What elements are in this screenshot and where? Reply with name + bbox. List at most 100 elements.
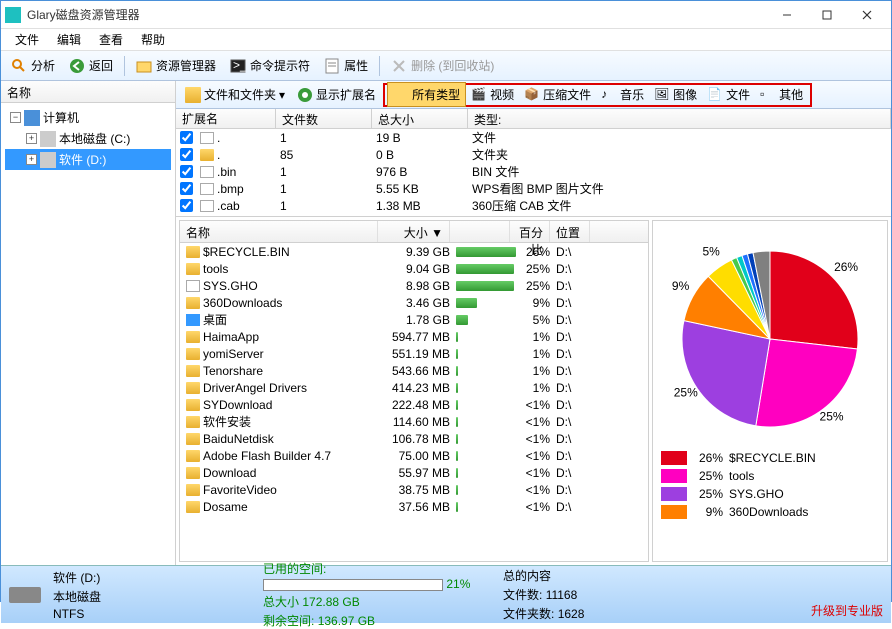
file-row[interactable]: FavoriteVideo38.75 MB<1%D:\ <box>180 481 648 498</box>
tree-expander[interactable]: − <box>10 112 21 123</box>
ext-row[interactable]: .119 B文件 <box>176 129 891 146</box>
left-panel: 名称 −计算机+本地磁盘 (C:)+软件 (D:) <box>1 81 176 565</box>
menu-edit[interactable]: 编辑 <box>49 29 89 50</box>
menu-help[interactable]: 帮助 <box>133 29 173 50</box>
bmp-icon <box>200 183 214 195</box>
file-row[interactable]: SYDownload222.48 MB<1%D:\ <box>180 396 648 413</box>
file-row[interactable]: $RECYCLE.BIN9.39 GB26%D:\ <box>180 243 648 260</box>
folder-icon <box>186 297 200 309</box>
col-pct[interactable]: 百分比 <box>510 221 550 242</box>
ext-checkbox[interactable] <box>180 165 193 178</box>
ext-row[interactable]: .bmp15.55 KBWPS看图 BMP 图片文件 <box>176 180 891 197</box>
ext-checkbox[interactable] <box>180 148 193 161</box>
svg-text:26%: 26% <box>834 260 858 274</box>
col-ext[interactable]: 扩展名 <box>176 109 276 128</box>
file-row[interactable]: HaimaApp594.77 MB1%D:\ <box>180 328 648 345</box>
legend-swatch <box>661 505 687 519</box>
col-size[interactable]: 总大小 <box>372 109 468 128</box>
file-icon <box>200 166 214 178</box>
folder-icon <box>186 382 200 394</box>
svg-text:25%: 25% <box>820 409 844 423</box>
disk-icon <box>9 587 41 603</box>
tab-image[interactable]: 🖼图像 <box>649 83 702 106</box>
legend-swatch <box>661 487 687 501</box>
col-size[interactable]: 大小 ▼ <box>378 221 450 242</box>
file-row[interactable]: 360Downloads3.46 GB9%D:\ <box>180 294 648 311</box>
archive-icon: 📦 <box>524 87 540 103</box>
ext-row[interactable]: .bin1976 BBIN 文件 <box>176 163 891 180</box>
back-button[interactable]: 返回 <box>63 54 119 77</box>
tree-item[interactable]: +软件 (D:) <box>5 149 171 170</box>
file-row[interactable]: SYS.GHO8.98 GB25%D:\ <box>180 277 648 294</box>
tree-item[interactable]: −计算机 <box>5 107 171 128</box>
properties-icon <box>324 58 340 74</box>
properties-button[interactable]: 属性 <box>318 54 374 77</box>
analyze-button[interactable]: 分析 <box>5 54 61 77</box>
upgrade-link[interactable]: 升级到专业版 <box>811 602 883 619</box>
file-row[interactable]: tools9.04 GB25%D:\ <box>180 260 648 277</box>
music-icon: ♪ <box>601 87 617 103</box>
tree-item[interactable]: +本地磁盘 (C:) <box>5 128 171 149</box>
legend-row: 9%360Downloads <box>661 503 879 521</box>
tab-all[interactable]: 所有类型 <box>387 82 466 107</box>
tree-header: 名称 <box>1 81 175 103</box>
col-loc[interactable]: 位置 <box>550 221 590 242</box>
file-row[interactable]: yomiServer551.19 MB1%D:\ <box>180 345 648 362</box>
folder-icon <box>186 433 200 445</box>
toolbar: 分析 返回 资源管理器 >_命令提示符 属性 删除 (到回收站) <box>1 51 891 81</box>
show-ext-toggle[interactable]: 显示扩展名 <box>292 83 381 106</box>
folder-icon <box>186 331 200 343</box>
file-row[interactable]: Dosame37.56 MB<1%D:\ <box>180 498 648 515</box>
menubar: 文件 编辑 查看 帮助 <box>1 29 891 51</box>
folder-icon <box>200 149 214 161</box>
tree-expander[interactable]: + <box>26 133 37 144</box>
file-row[interactable]: Tenorshare543.66 MB1%D:\ <box>180 362 648 379</box>
file-row[interactable]: DriverAngel Drivers414.23 MB1%D:\ <box>180 379 648 396</box>
legend-swatch <box>661 451 687 465</box>
ext-row[interactable]: .cab11.38 MB360压缩 CAB 文件 <box>176 197 891 214</box>
filter-files-folders[interactable]: 文件和文件夹▾ <box>180 83 290 106</box>
legend-row: 25%SYS.GHO <box>661 485 879 503</box>
ext-row[interactable]: .850 B文件夹 <box>176 146 891 163</box>
folder-icon <box>186 365 200 377</box>
svg-text:25%: 25% <box>674 386 698 400</box>
tree-expander[interactable]: + <box>26 154 37 165</box>
ext-checkbox[interactable] <box>180 182 193 195</box>
tab-music[interactable]: ♪音乐 <box>596 83 649 106</box>
tab-video[interactable]: 🎬视频 <box>466 83 519 106</box>
filesystem: NTFS <box>53 607 263 621</box>
used-bar <box>263 579 443 591</box>
ext-checkbox[interactable] <box>180 131 193 144</box>
cmd-button[interactable]: >_命令提示符 <box>224 54 316 77</box>
tab-archive[interactable]: 📦压缩文件 <box>519 83 596 106</box>
file-row[interactable]: Adobe Flash Builder 4.775.00 MB<1%D:\ <box>180 447 648 464</box>
maximize-button[interactable] <box>807 2 847 28</box>
file-row[interactable]: 软件安装114.60 MB<1%D:\ <box>180 413 648 430</box>
blank-icon: ▫ <box>760 87 776 103</box>
cab-icon <box>200 200 214 212</box>
folder-icon <box>186 484 200 496</box>
legend-row: 25%tools <box>661 467 879 485</box>
file-row[interactable]: BaiduNetdisk106.78 MB<1%D:\ <box>180 430 648 447</box>
delete-button[interactable]: 删除 (到回收站) <box>385 54 500 77</box>
menu-file[interactable]: 文件 <box>7 29 47 50</box>
folder-icon <box>186 399 200 411</box>
svg-text:9%: 9% <box>672 279 690 293</box>
col-type[interactable]: 类型: <box>468 109 891 128</box>
menu-view[interactable]: 查看 <box>91 29 131 50</box>
ext-checkbox[interactable] <box>180 199 193 212</box>
folder-icon <box>186 416 200 428</box>
pie-legend: 26%$RECYCLE.BIN25%tools25%SYS.GHO9%360Do… <box>661 449 879 521</box>
explorer-button[interactable]: 资源管理器 <box>130 54 222 77</box>
chart-panel: 26%25%25%9%5%3% 26%$RECYCLE.BIN25%tools2… <box>652 220 888 562</box>
drive-icon <box>40 152 56 168</box>
tab-other[interactable]: ▫其他 <box>755 83 808 106</box>
tab-file[interactable]: 📄文件 <box>702 83 755 106</box>
minimize-button[interactable] <box>767 2 807 28</box>
col-name[interactable]: 名称 <box>180 221 378 242</box>
file-row[interactable]: 桌面1.78 GB5%D:\ <box>180 311 648 328</box>
close-button[interactable] <box>847 2 887 28</box>
col-count[interactable]: 文件数 <box>276 109 372 128</box>
back-icon <box>69 58 85 74</box>
file-row[interactable]: Download55.97 MB<1%D:\ <box>180 464 648 481</box>
